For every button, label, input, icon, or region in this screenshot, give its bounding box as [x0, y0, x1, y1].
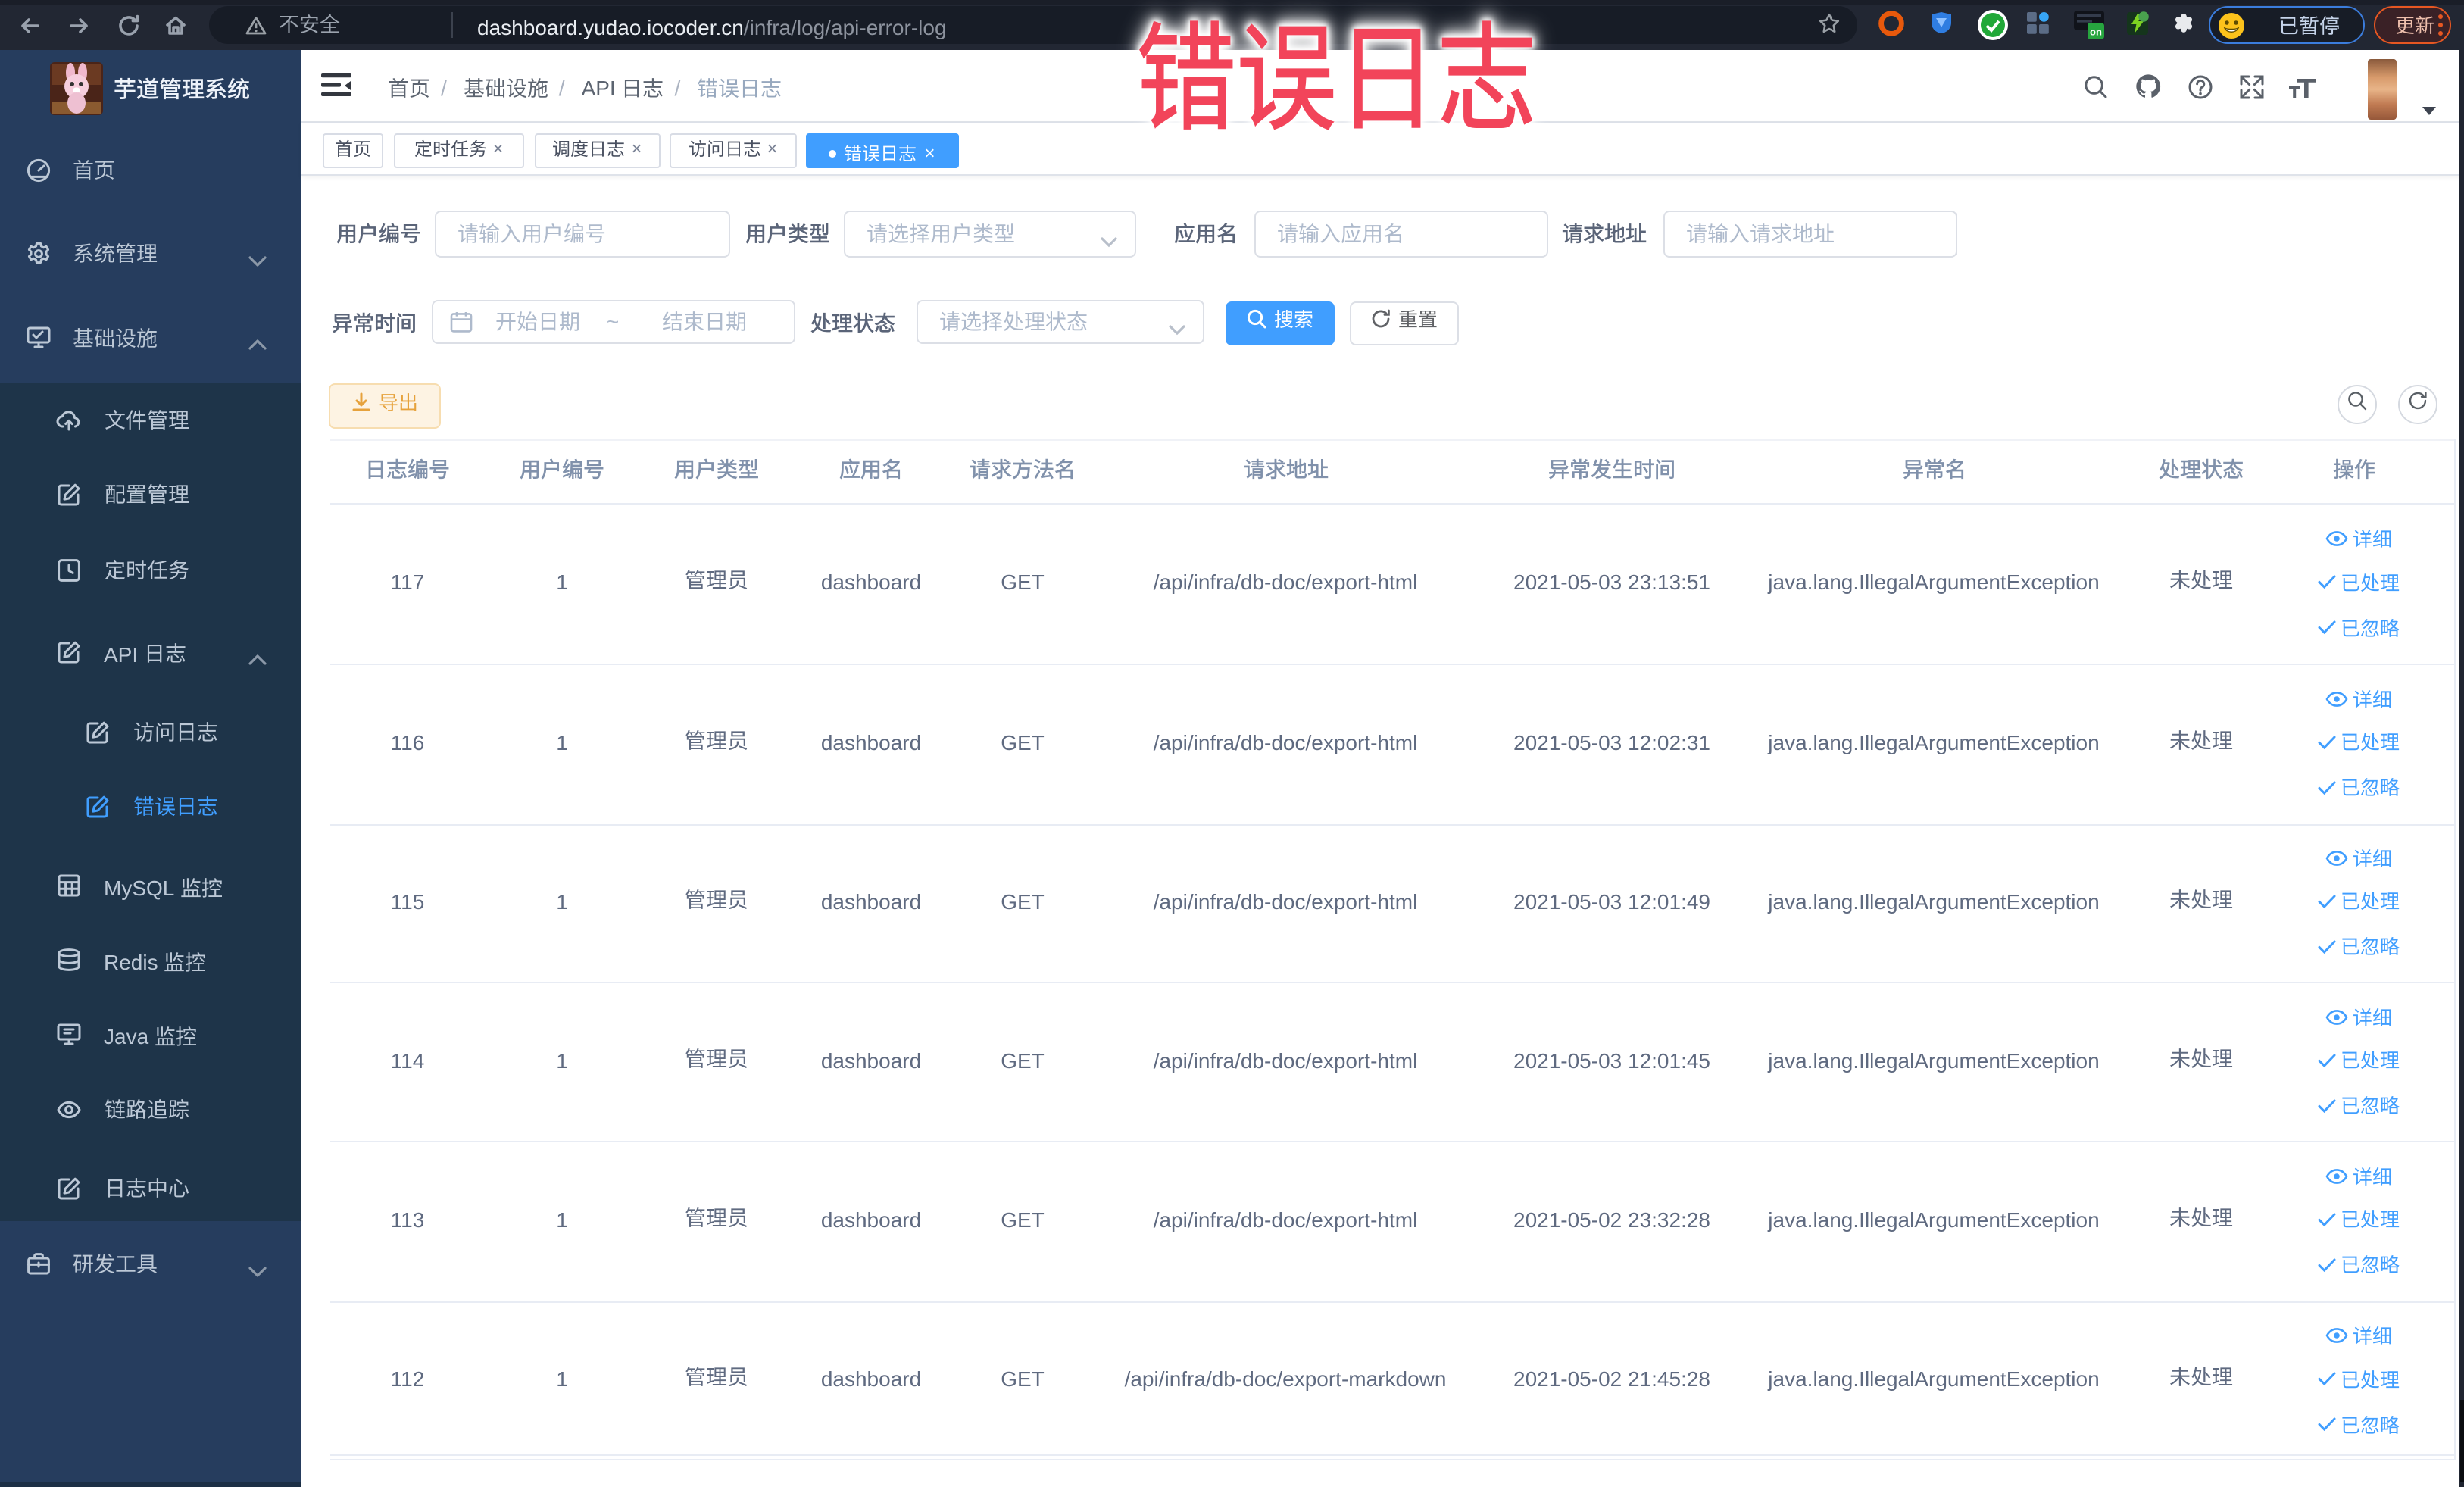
svg-text:on: on [2090, 25, 2102, 36]
